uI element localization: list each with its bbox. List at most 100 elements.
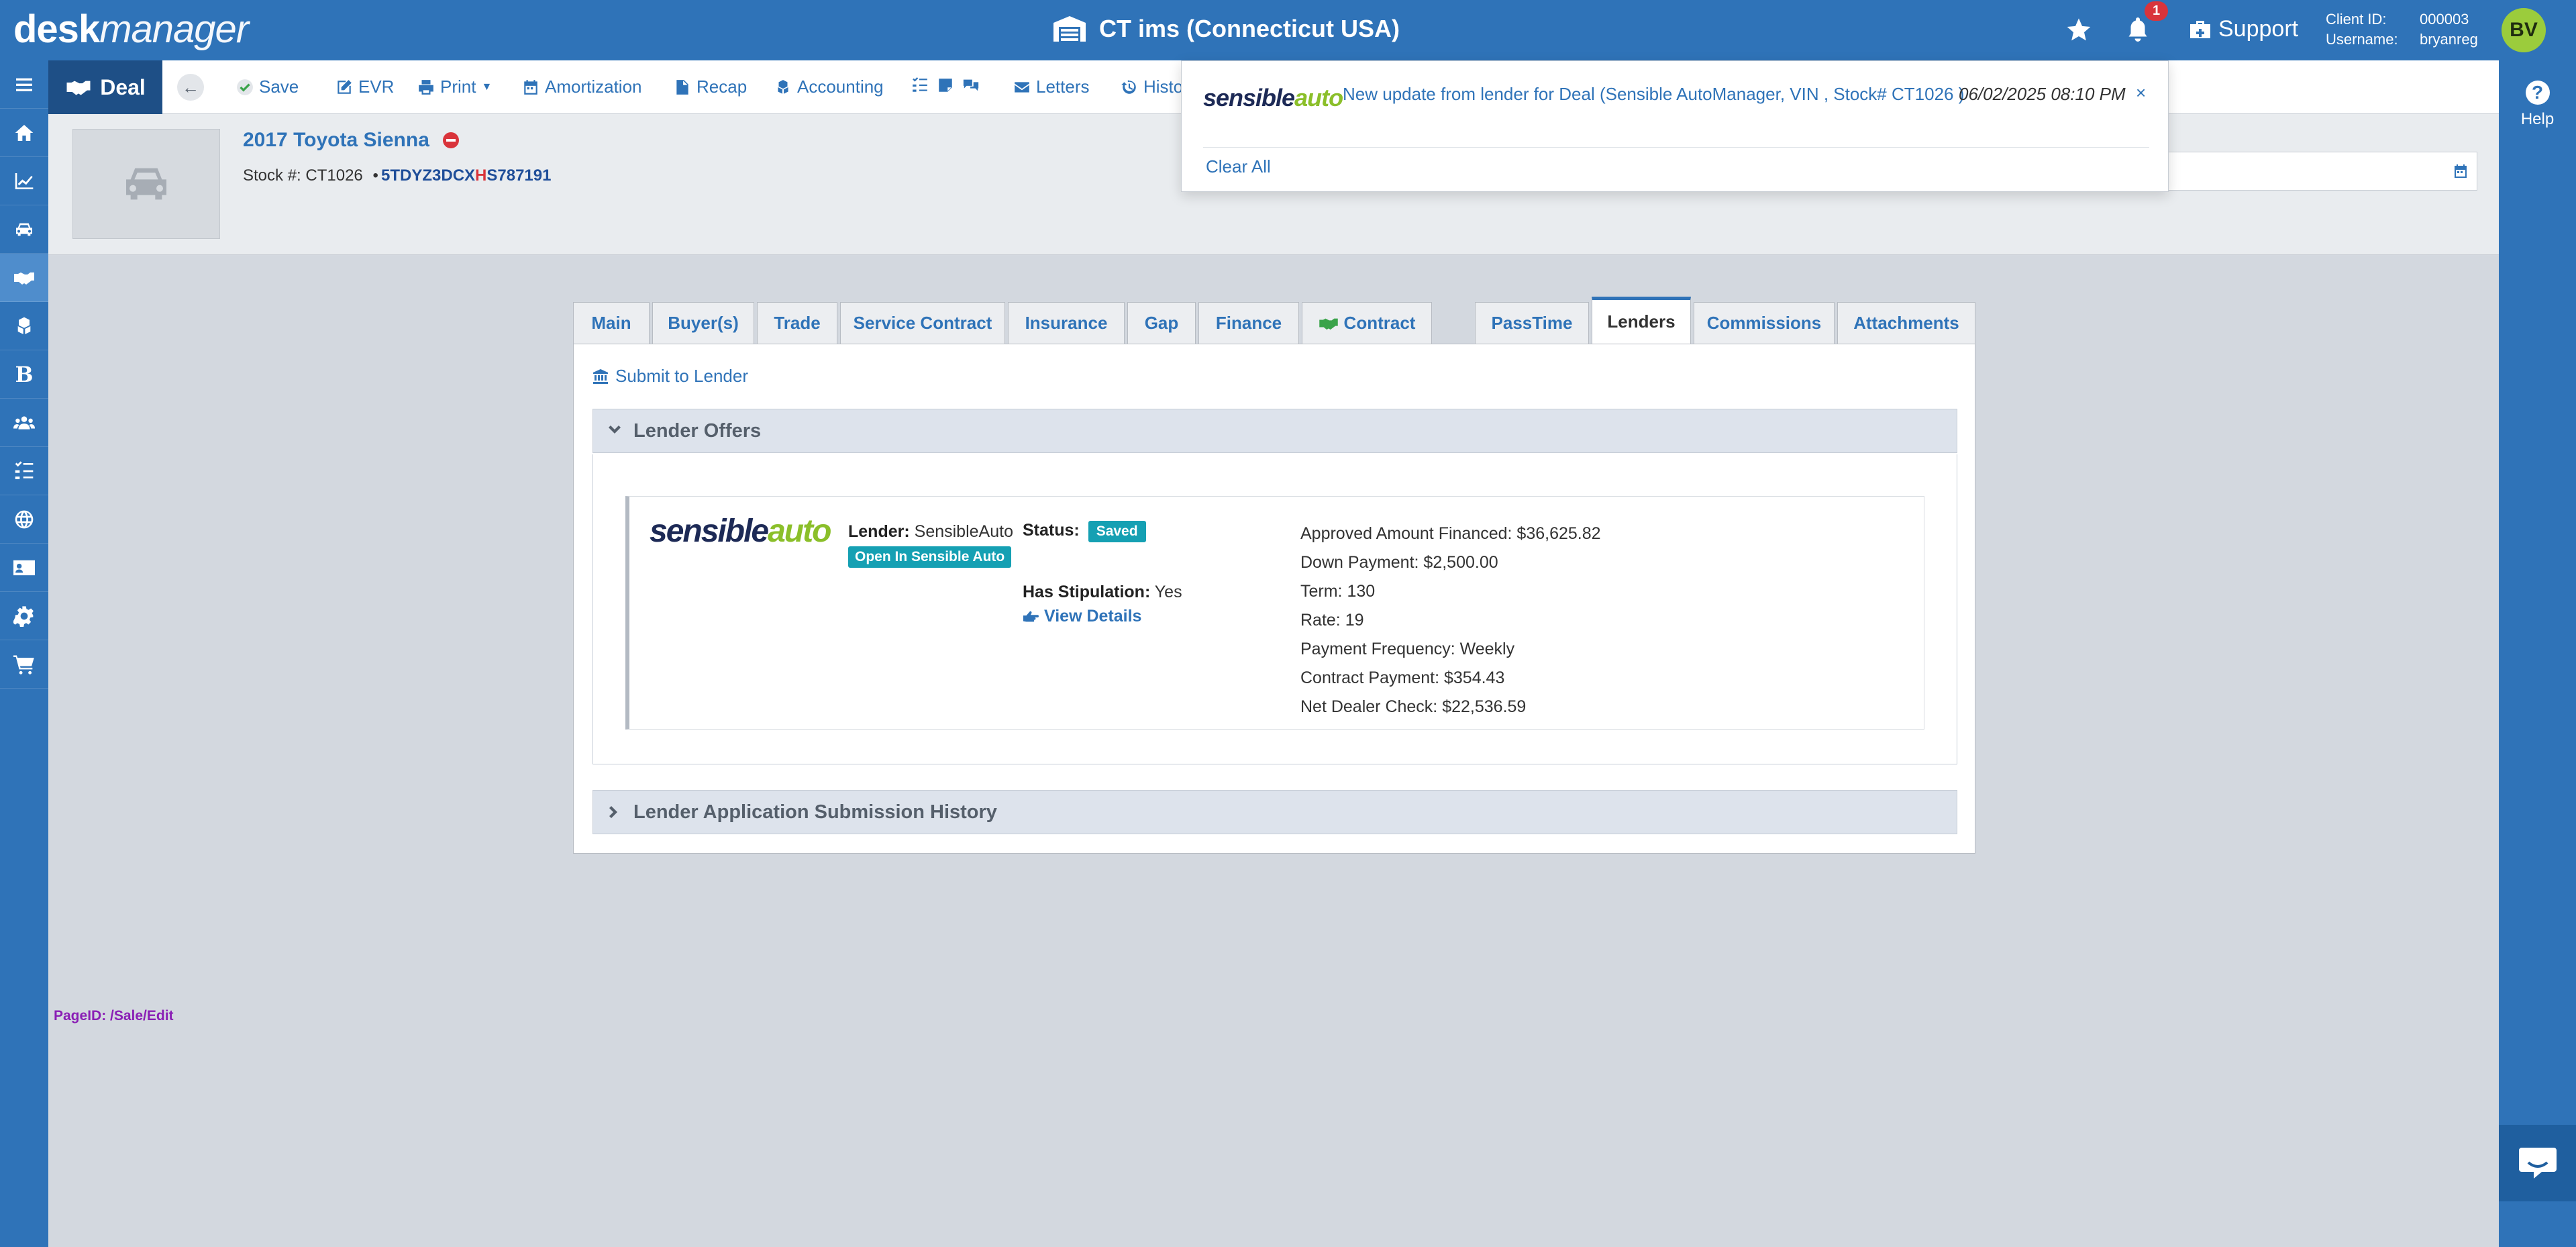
support-button[interactable]: Support: [2189, 16, 2298, 42]
lender-name: Lender: SensibleAuto: [848, 522, 1013, 542]
status-badge: Saved: [1088, 521, 1146, 542]
sidebar-item-tasks[interactable]: [0, 447, 48, 495]
notification-dropdown: sensibleauto New update from lender for …: [1181, 60, 2169, 192]
vin-part-b: H: [475, 166, 487, 185]
vin-number[interactable]: 5TDYZ3DCXHS787191: [381, 166, 551, 185]
company-selector[interactable]: CT ims (Connecticut USA): [1052, 15, 1400, 43]
tab-gap[interactable]: Gap: [1127, 302, 1196, 344]
logo-part-b: auto: [1294, 84, 1343, 111]
task-list-icon: [913, 77, 927, 92]
calendar-icon[interactable]: [2453, 163, 2469, 179]
recap-button[interactable]: Recap: [674, 77, 747, 97]
vehicle-title-text: 2017 Toyota Sienna: [243, 129, 429, 151]
evr-label: EVR: [358, 77, 395, 97]
client-id-value: 000003: [2420, 11, 2469, 28]
sidebar-item-contacts[interactable]: [0, 544, 48, 592]
hand-point-right-icon: [1023, 611, 1039, 621]
tab-label: Attachments: [1853, 313, 1959, 333]
tab-trade[interactable]: Trade: [757, 302, 837, 344]
date-field[interactable]: [2162, 152, 2477, 191]
sidebar-item-inventory[interactable]: [0, 205, 48, 254]
file-icon: [676, 79, 688, 95]
offer-terms: Approved Amount Financed: $36,625.82 Dow…: [1300, 519, 1601, 721]
tab-insurance[interactable]: Insurance: [1008, 302, 1125, 344]
vin-part-c: S787191: [486, 166, 552, 185]
evr-button[interactable]: EVR: [336, 77, 394, 97]
deal-label: Deal: [100, 74, 146, 99]
term: Term: 130: [1300, 582, 1376, 601]
tab-contract[interactable]: Contract: [1302, 302, 1432, 344]
vehicle-thumbnail[interactable]: [72, 129, 220, 239]
letters-button[interactable]: Letters: [1013, 77, 1090, 97]
bell-icon[interactable]: [2126, 16, 2150, 43]
stock-label: Stock #: CT1026: [243, 166, 363, 185]
tab-commissions[interactable]: Commissions: [1694, 302, 1835, 344]
net-dealer-check: Net Dealer Check: $22,536.59: [1300, 697, 1527, 716]
user-avatar[interactable]: BV: [2502, 8, 2546, 52]
star-icon[interactable]: [2065, 16, 2092, 43]
chat-widget-button[interactable]: [2499, 1125, 2576, 1201]
tab-buyers[interactable]: Buyer(s): [652, 302, 754, 344]
help-button[interactable]: ? Help: [2499, 81, 2576, 129]
logo-bold: desk: [13, 7, 100, 51]
lender-history-header[interactable]: Lender Application Submission History: [593, 790, 1957, 834]
tab-label: Trade: [774, 313, 821, 333]
sticky-note-icon: [939, 79, 952, 92]
tab-attachments[interactable]: Attachments: [1837, 302, 1975, 344]
sidebar-item-websites[interactable]: [0, 495, 48, 544]
car-placeholder-icon: [126, 168, 166, 200]
client-labels: Client ID: Username:: [2326, 9, 2398, 50]
accounting-button[interactable]: Accounting: [774, 77, 884, 97]
lender-offers-header[interactable]: Lender Offers: [593, 409, 1957, 453]
chevron-right-icon: [609, 806, 617, 818]
sidebar-item-bhph[interactable]: B: [0, 350, 48, 399]
history-button[interactable]: Histo: [1121, 77, 1183, 97]
notes-button[interactable]: [937, 77, 954, 94]
tab-passtime[interactable]: PassTime: [1475, 302, 1589, 344]
sidebar-item-products[interactable]: [0, 302, 48, 350]
vehicle-title[interactable]: 2017 Toyota Sienna: [243, 129, 459, 152]
sidebar-item-settings[interactable]: [0, 592, 48, 640]
sidebar-item-reports[interactable]: [0, 157, 48, 205]
view-details-link[interactable]: View Details: [1023, 607, 1141, 626]
task-list-icon: [15, 460, 34, 479]
cubes-icon: [778, 79, 788, 94]
sensibleauto-logo: sensibleauto: [1203, 84, 1343, 112]
tab-label: PassTime: [1491, 313, 1573, 333]
view-details-label: View Details: [1044, 607, 1142, 626]
contract-payment: Contract Payment: $354.43: [1300, 668, 1505, 687]
notification-datetime: 06/02/2025 08:10 PM: [1959, 84, 2126, 104]
clear-all-link[interactable]: Clear All: [1206, 156, 1271, 177]
print-dropdown[interactable]: Print ▼: [417, 77, 492, 97]
comments-button[interactable]: [962, 77, 980, 94]
sidebar-item-deals[interactable]: [0, 254, 48, 302]
submit-label: Submit to Lender: [615, 366, 749, 386]
amortization-button[interactable]: Amortization: [522, 77, 642, 97]
sidebar-item-home[interactable]: [0, 109, 48, 157]
tab-lenders[interactable]: Lenders: [1592, 297, 1691, 344]
cart-icon: [13, 654, 34, 675]
app-logo[interactable]: deskmanager: [13, 7, 249, 52]
submit-to-lender-link[interactable]: Submit to Lender: [593, 366, 748, 387]
sidebar-item-customers[interactable]: [0, 399, 48, 447]
sidebar-menu-toggle[interactable]: [0, 60, 48, 109]
home-icon: [15, 124, 34, 141]
logo-part-b: auto: [768, 513, 831, 549]
sidebar-item-store[interactable]: [0, 640, 48, 689]
stock-number: Stock #: CT1026 •: [243, 166, 378, 185]
stipulation-label: Has Stipulation:: [1023, 583, 1151, 601]
task-list-button[interactable]: [911, 77, 929, 94]
save-button[interactable]: Save: [236, 77, 299, 97]
tab-service-contract[interactable]: Service Contract: [840, 302, 1005, 344]
tab-label: Service Contract: [853, 313, 992, 333]
notification-dismiss-button[interactable]: ×: [2136, 83, 2146, 103]
tab-main[interactable]: Main: [573, 302, 650, 344]
back-button[interactable]: ←: [177, 74, 204, 101]
client-id-label: Client ID:: [2326, 11, 2387, 28]
tab-finance[interactable]: Finance: [1198, 302, 1299, 344]
history-label: Histo: [1143, 77, 1184, 97]
edit-icon: [338, 79, 352, 94]
notification-message[interactable]: New update from lender for Deal (Sensibl…: [1343, 84, 1964, 105]
open-in-sensible-auto-button[interactable]: Open In Sensible Auto: [848, 546, 1012, 568]
history-header-text: Lender Application Submission History: [633, 801, 997, 823]
